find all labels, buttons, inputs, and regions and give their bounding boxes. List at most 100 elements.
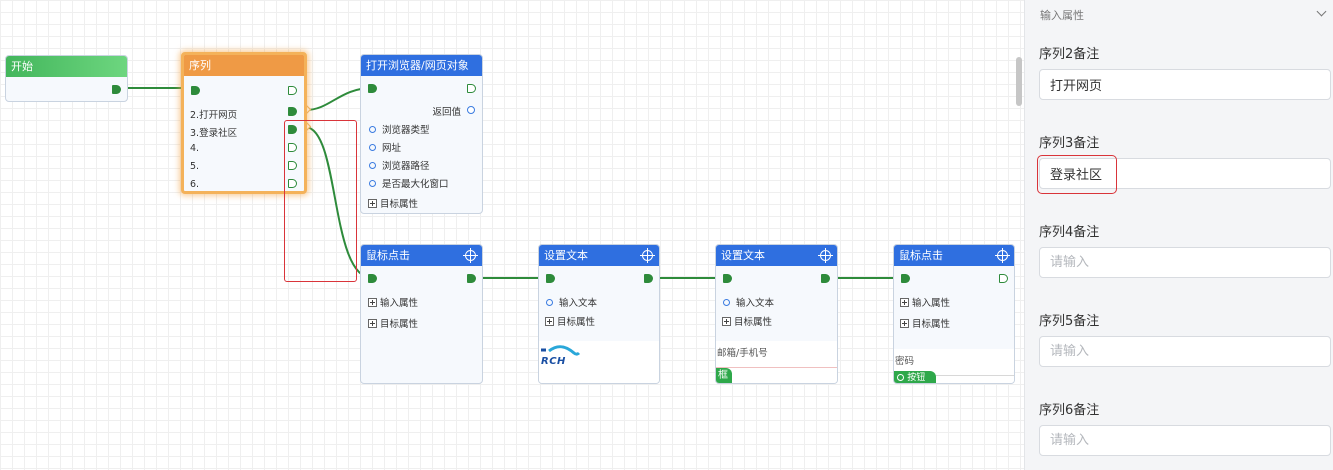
wire-highlight-box — [284, 120, 357, 282]
sequence-6-note-input[interactable] — [1039, 425, 1331, 456]
sequence-row-4: 4. — [190, 143, 200, 154]
logo-preview-text: RCH — [541, 356, 566, 367]
param-port[interactable] — [546, 299, 553, 306]
input-port[interactable] — [546, 274, 555, 283]
properties-panel: 输入属性 序列2备注 序列3备注 序列4备注 序列5备注 序列6备注 — [1024, 0, 1333, 470]
input-props-toggle[interactable]: 输入属性 — [368, 295, 418, 309]
sequence-5-note-input[interactable] — [1039, 336, 1331, 367]
field-label-sequence-3: 序列3备注 — [1039, 136, 1100, 151]
input-props-toggle[interactable]: 输入属性 — [900, 295, 950, 309]
element-preview: 邮箱/手机号 框 — [716, 341, 837, 383]
param-port[interactable] — [723, 299, 730, 306]
expand-icon[interactable] — [900, 319, 909, 328]
node-mouse-click-2[interactable]: 鼠标点击 输入属性 目标属性 密码 按钮 — [893, 244, 1015, 384]
sequence-row-6: 6. — [190, 179, 200, 190]
sequence-row-3: 3.登录社区 — [190, 128, 238, 139]
input-port[interactable] — [191, 86, 200, 95]
param-label: 是否最大化窗口 — [382, 179, 449, 190]
panel-header: 输入属性 — [1040, 9, 1084, 22]
expand-icon[interactable] — [900, 298, 909, 307]
expand-icon[interactable] — [545, 317, 554, 326]
field-label-sequence-6: 序列6备注 — [1039, 403, 1100, 418]
expand-icon[interactable] — [368, 319, 377, 328]
input-port[interactable] — [368, 274, 377, 283]
node-start-title: 开始 — [6, 56, 127, 77]
expand-icon[interactable] — [368, 199, 377, 208]
input-port[interactable] — [723, 274, 732, 283]
expand-icon[interactable] — [368, 298, 377, 307]
element-preview: RCH — [539, 341, 659, 383]
search-icon — [897, 373, 904, 381]
node-sequence-title: 序列 — [184, 55, 304, 76]
param-port[interactable] — [369, 144, 376, 151]
target-props-label: 目标属性 — [380, 199, 419, 210]
output-port[interactable] — [644, 274, 653, 283]
element-preview: 密码 按钮 — [894, 349, 1014, 383]
sequence-port-2[interactable] — [288, 107, 297, 116]
param-label: 输入文本 — [559, 298, 598, 309]
return-value-port[interactable] — [467, 106, 475, 114]
sequence-4-note-input[interactable] — [1039, 247, 1331, 278]
input-props-label: 输入属性 — [380, 298, 419, 309]
param-label: 网址 — [382, 143, 402, 154]
output-port[interactable] — [112, 85, 121, 94]
sequence-row-2: 2.打开网页 — [190, 110, 238, 121]
output-port[interactable] — [288, 86, 297, 95]
preview-tab: 框 — [716, 368, 732, 383]
preview-label: 密码 — [895, 356, 915, 367]
param-url[interactable]: 网址 — [369, 140, 401, 154]
target-props-toggle[interactable]: 目标属性 — [368, 316, 418, 330]
field-label-sequence-2: 序列2备注 — [1039, 47, 1100, 62]
node-set-text-2[interactable]: 设置文本 输入文本 目标属性 邮箱/手机号 框 — [715, 244, 838, 384]
crosshair-icon[interactable] — [640, 248, 655, 263]
target-props-label: 目标属性 — [734, 317, 773, 328]
param-port[interactable] — [369, 180, 376, 187]
node-set-text-title: 设置文本 — [539, 245, 659, 266]
output-port[interactable] — [467, 274, 476, 283]
node-open-browser-title: 打开浏览器/网页对象 — [361, 55, 482, 76]
preview-label: 邮箱/手机号 — [717, 348, 768, 359]
target-props-toggle[interactable]: 目标属性 — [368, 196, 418, 210]
param-label: 输入文本 — [736, 298, 775, 309]
sequence-2-note-input[interactable] — [1039, 69, 1331, 100]
param-input-text[interactable]: 输入文本 — [546, 295, 597, 309]
param-input-text[interactable]: 输入文本 — [723, 295, 774, 309]
output-port[interactable] — [999, 274, 1008, 283]
target-props-toggle[interactable]: 目标属性 — [900, 316, 950, 330]
target-props-toggle[interactable]: 目标属性 — [722, 314, 772, 328]
param-browser-type[interactable]: 浏览器类型 — [369, 122, 430, 136]
node-set-text-1[interactable]: 设置文本 输入文本 目标属性 RCH — [538, 244, 660, 384]
param-port[interactable] — [369, 126, 376, 133]
param-maximize-window[interactable]: 是否最大化窗口 — [369, 176, 449, 190]
expand-icon[interactable] — [722, 317, 731, 326]
preview-tab: 按钮 — [894, 371, 936, 383]
preview-divider — [716, 367, 837, 368]
input-props-label: 输入属性 — [912, 298, 951, 309]
return-value-label: 返回值 — [432, 107, 461, 118]
input-port[interactable] — [368, 84, 377, 93]
crosshair-icon[interactable] — [463, 248, 478, 263]
output-port[interactable] — [821, 274, 830, 283]
param-browser-path[interactable]: 浏览器路径 — [369, 158, 430, 172]
target-props-toggle[interactable]: 目标属性 — [545, 314, 595, 328]
crosshair-icon[interactable] — [818, 248, 833, 263]
target-props-label: 目标属性 — [380, 319, 419, 330]
chevron-down-icon[interactable] — [1316, 6, 1327, 17]
node-start[interactable]: 开始 — [5, 55, 128, 102]
input-highlight-box — [1037, 155, 1117, 194]
field-label-sequence-5: 序列5备注 — [1039, 314, 1100, 329]
connection-wires — [120, 87, 905, 279]
crosshair-icon[interactable] — [995, 248, 1010, 263]
input-port[interactable] — [901, 274, 910, 283]
param-label: 浏览器类型 — [382, 125, 430, 136]
field-label-sequence-4: 序列4备注 — [1039, 225, 1100, 240]
canvas-scrollbar[interactable] — [1016, 57, 1022, 106]
param-port[interactable] — [369, 162, 376, 169]
node-mouse-click-1[interactable]: 鼠标点击 输入属性 目标属性 — [360, 244, 483, 384]
flow-canvas[interactable]: 开始 序列 2.打开网页 3.登录社区 4. 5. 6. 打开浏览器/网页对象 … — [0, 0, 1024, 470]
node-mouse-click-title: 鼠标点击 — [894, 245, 1014, 266]
sequence-row-5: 5. — [190, 161, 200, 172]
node-set-text-title: 设置文本 — [716, 245, 837, 266]
output-port[interactable] — [467, 84, 476, 93]
node-open-browser[interactable]: 打开浏览器/网页对象 返回值 浏览器类型 网址 浏览器路径 是否最大化窗口 目标… — [360, 54, 483, 214]
